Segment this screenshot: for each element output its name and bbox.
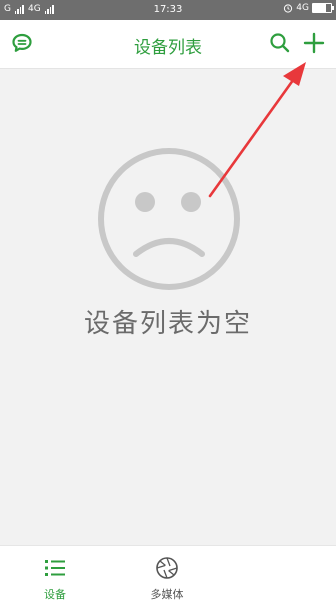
nav-label-devices: 设备 [44,588,66,600]
empty-list-message: 设备列表为空 [83,309,252,339]
nav-label-media: 多媒体 [150,588,184,600]
aperture-icon [156,557,178,579]
add-device-button[interactable] [302,31,326,55]
bottom-nav: 设备 多媒体 [0,545,336,600]
nav-item-media[interactable]: 多媒体 [122,546,212,600]
list-icon [45,560,65,576]
sad-face-icon [98,148,240,290]
network-right-label: 4G [296,3,309,13]
nav-item-devices[interactable]: 设备 [10,546,100,600]
app-bar: 设备列表 [0,20,336,69]
red-arrow-icon [208,62,306,198]
battery-icon [312,3,334,13]
status-right: 4G [283,3,334,13]
app-screen: G 4G 17:33 4G 设备列表 设备列表为空 设备 多媒体 [0,0,336,600]
search-icon[interactable] [268,31,292,55]
alarm-icon [284,4,293,13]
status-bar: G 4G 17:33 4G [0,0,336,20]
